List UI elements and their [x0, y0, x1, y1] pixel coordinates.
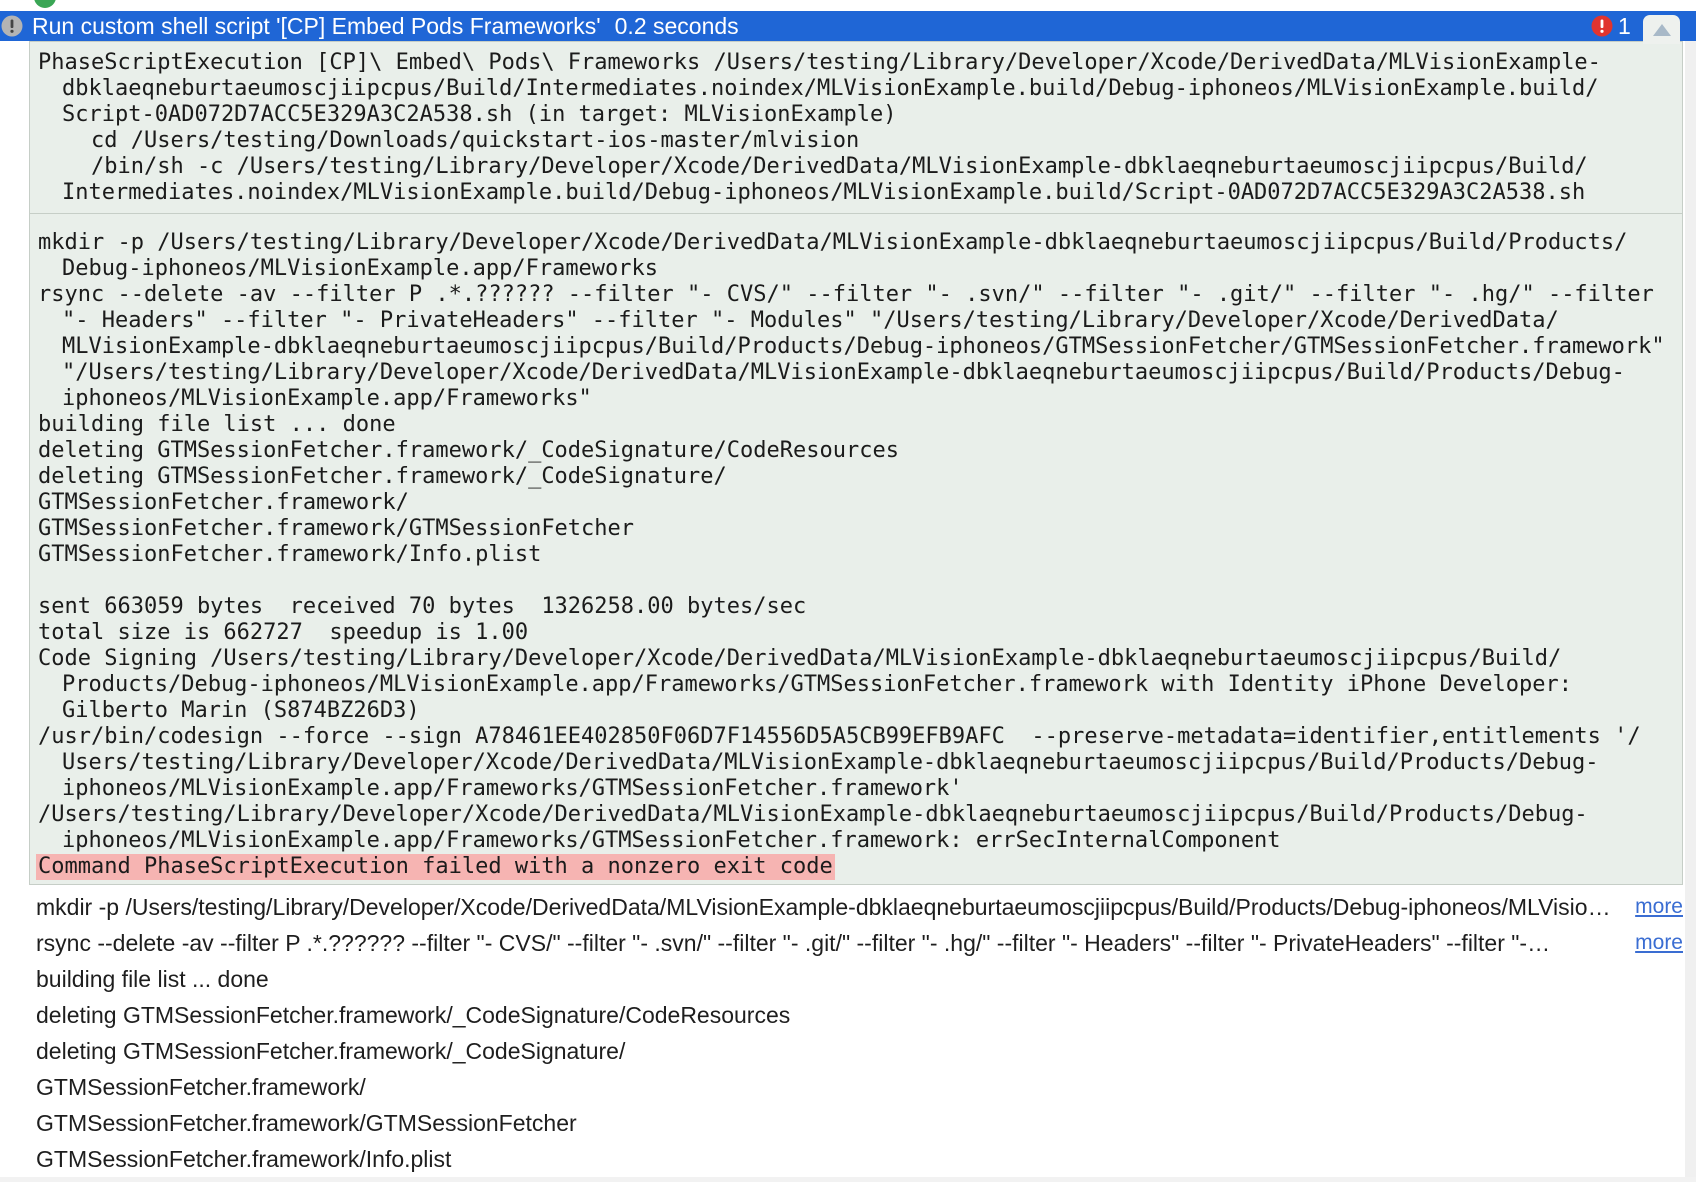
error-count-badge[interactable]: 1 — [1591, 11, 1631, 41]
output-line: sent 663059 bytes received 70 bytes 1326… — [38, 594, 807, 619]
icon-exclamation-dot — [1600, 29, 1604, 33]
log-message-list: mkdir -p /Users/testing/Library/Develope… — [0, 889, 1683, 1177]
output-line: deleting GTMSessionFetcher.framework/_Co… — [38, 438, 899, 463]
output-line: Gilberto Marin (S874BZ26D3) — [62, 698, 420, 723]
output-line: /Users/testing/Library/Developer/Xcode/D… — [38, 802, 1588, 827]
log-message-text: building file list ... done — [36, 965, 269, 992]
log-message-row[interactable]: building file list ... done — [0, 961, 1683, 997]
icon-exclamation-bar — [1600, 19, 1604, 28]
output-line: Products/Debug-iphoneos/MLVisionExample.… — [62, 672, 1572, 697]
output-line: GTMSessionFetcher.framework/Info.plist — [38, 542, 542, 567]
script-transcript-view[interactable]: PhaseScriptExecution [CP]\ Embed\ Pods\ … — [29, 41, 1683, 885]
log-message-row[interactable]: deleting GTMSessionFetcher.framework/_Co… — [0, 997, 1683, 1033]
previous-build-step-row[interactable] — [0, 0, 1696, 11]
error-message: Command PhaseScriptExecution failed with… — [36, 854, 835, 880]
output-line: "/Users/testing/Library/Developer/Xcode/… — [62, 360, 1625, 385]
log-message-text: mkdir -p /Users/testing/Library/Develope… — [36, 893, 1611, 920]
more-link[interactable]: more — [1635, 931, 1683, 955]
build-step-header[interactable]: Run custom shell script '[CP] Embed Pods… — [0, 11, 1696, 41]
output-line: iphoneos/MLVisionExample.app/Frameworks/… — [62, 776, 963, 801]
command-section: PhaseScriptExecution [CP]\ Embed\ Pods\ … — [30, 42, 1682, 214]
output-line: building file list ... done — [38, 412, 396, 437]
output-line: MLVisionExample-dbklaeqneburtaeumoscjiip… — [62, 334, 1665, 359]
log-message-row[interactable]: GTMSessionFetcher.framework/ — [0, 1069, 1683, 1105]
output-line: iphoneos/MLVisionExample.app/Frameworks/… — [62, 828, 1281, 853]
output-line: GTMSessionFetcher.framework/ — [38, 490, 409, 515]
icon-exclamation-dot — [10, 29, 14, 33]
log-message-text: deleting GTMSessionFetcher.framework/_Co… — [36, 1037, 626, 1064]
output-line: /usr/bin/codesign --force --sign A78461E… — [38, 724, 1641, 749]
log-message-row[interactable]: rsync --delete -av --filter P .*.?????? … — [0, 925, 1683, 961]
command-line: Intermediates.noindex/MLVisionExample.bu… — [62, 180, 1586, 205]
collapse-triangle-icon — [1652, 23, 1671, 36]
log-message-row[interactable]: deleting GTMSessionFetcher.framework/_Co… — [0, 1033, 1683, 1069]
output-section: mkdir -p /Users/testing/Library/Develope… — [30, 214, 1682, 880]
log-message-row[interactable]: GTMSessionFetcher.framework/Info.plist — [0, 1141, 1683, 1177]
icon-triangle — [1652, 23, 1671, 36]
log-message-text: GTMSessionFetcher.framework/GTMSessionFe… — [36, 1109, 577, 1136]
output-line: Users/testing/Library/Developer/Xcode/De… — [62, 750, 1599, 775]
command-line: cd /Users/testing/Downloads/quickstart-i… — [38, 128, 860, 153]
exclamation-circle-icon — [1, 15, 23, 37]
error-circle-icon — [1591, 15, 1613, 37]
log-message-text: GTMSessionFetcher.framework/Info.plist — [36, 1145, 452, 1172]
scrollbar-track[interactable] — [1685, 41, 1696, 1182]
output-line: iphoneos/MLVisionExample.app/Frameworks" — [62, 386, 592, 411]
build-step-duration: 0.2 seconds — [614, 13, 739, 39]
log-message-text: deleting GTMSessionFetcher.framework/_Co… — [36, 1001, 791, 1028]
output-line: deleting GTMSessionFetcher.framework/_Co… — [38, 464, 727, 489]
error-line: Command PhaseScriptExecution failed with… — [36, 854, 1674, 880]
output-line: mkdir -p /Users/testing/Library/Develope… — [38, 230, 1628, 255]
build-step-title: Run custom shell script '[CP] Embed Pods… — [32, 11, 739, 41]
success-status-icon — [34, 0, 56, 8]
bottom-edge — [0, 1177, 1696, 1182]
output-line: rsync --delete -av --filter P .*.?????? … — [38, 282, 1654, 307]
command-line: PhaseScriptExecution [CP]\ Embed\ Pods\ … — [38, 50, 1601, 75]
collapse-transcript-button[interactable] — [1643, 15, 1680, 44]
more-link[interactable]: more — [1635, 895, 1683, 919]
output-blank-line — [38, 568, 1674, 594]
output-line: total size is 662727 speedup is 1.00 — [38, 620, 529, 645]
error-count: 1 — [1618, 13, 1631, 39]
log-message-row[interactable]: mkdir -p /Users/testing/Library/Develope… — [0, 889, 1683, 925]
build-step-name: Run custom shell script '[CP] Embed Pods… — [32, 13, 601, 39]
command-line: /bin/sh -c /Users/testing/Library/Develo… — [38, 154, 1588, 179]
command-line: Script-0AD072D7ACC5E329A3C2A538.sh (in t… — [62, 102, 897, 127]
command-line: dbklaeqneburtaeumoscjiipcpus/Build/Inter… — [62, 76, 1599, 101]
output-line: GTMSessionFetcher.framework/GTMSessionFe… — [38, 516, 635, 541]
log-message-text: rsync --delete -av --filter P .*.?????? … — [36, 929, 1551, 956]
log-message-text: GTMSessionFetcher.framework/ — [36, 1073, 366, 1100]
output-line: Debug-iphoneos/MLVisionExample.app/Frame… — [62, 256, 659, 281]
log-message-row[interactable]: GTMSessionFetcher.framework/GTMSessionFe… — [0, 1105, 1683, 1141]
output-line: Code Signing /Users/testing/Library/Deve… — [38, 646, 1562, 671]
output-line: "- Headers" --filter "- PrivateHeaders" … — [62, 308, 1559, 333]
icon-exclamation-bar — [10, 19, 14, 28]
